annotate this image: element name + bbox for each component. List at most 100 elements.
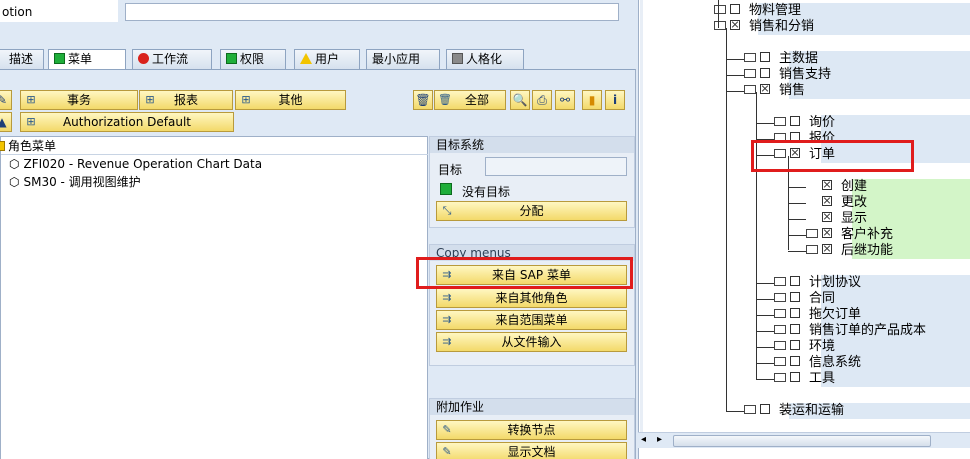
tree-node[interactable]: 显示	[806, 211, 867, 227]
tree-node[interactable]: 装运和运输	[744, 403, 844, 419]
checkbox-icon[interactable]	[790, 324, 800, 334]
tree-node[interactable]: 询价	[774, 115, 835, 131]
tree-node[interactable]: 销售订单的产品成本	[774, 323, 926, 339]
tab-user[interactable]: 用户	[294, 49, 360, 69]
import-from-file-button[interactable]: ⇉ 从文件输入	[436, 332, 627, 352]
tree-node[interactable]: 信息系统	[774, 355, 861, 371]
bar-chart-icon: ▮	[588, 93, 596, 107]
role-menu-root[interactable]: 角色菜单	[0, 138, 56, 154]
print-button[interactable]: ⎙	[532, 90, 552, 110]
tree-item-zfi020[interactable]: ⬡ ZFI020 - Revenue Operation Chart Data	[9, 156, 262, 172]
checkbox-icon[interactable]	[790, 356, 800, 366]
edit-node-button[interactable]: ✎	[0, 90, 12, 110]
tree-node[interactable]: 环境	[774, 339, 835, 355]
folder-icon[interactable]	[744, 405, 756, 414]
chart-button[interactable]: ▮	[582, 90, 602, 110]
checkbox-icon[interactable]	[790, 340, 800, 350]
tab-min-app[interactable]: 最小应用	[366, 49, 440, 69]
checkbox-icon[interactable]	[790, 308, 800, 318]
folder-icon[interactable]	[774, 357, 786, 366]
trash-icon: 🗑	[415, 93, 431, 107]
tree-connector	[756, 347, 774, 348]
checkbox-checked-icon[interactable]	[822, 212, 832, 222]
tree-connector	[726, 28, 727, 412]
authorization-default-button[interactable]: ⊞ Authorization Default	[20, 112, 234, 132]
description-input[interactable]	[125, 3, 619, 21]
tree-connector	[788, 251, 806, 252]
add-report-button[interactable]: ⊞ 报表	[139, 90, 233, 110]
tab-authorization[interactable]: 权限	[220, 49, 286, 69]
find-button[interactable]: 🔍	[510, 90, 530, 110]
tree-node[interactable]: 计划协议	[774, 275, 861, 291]
move-node-button[interactable]: ▲	[0, 112, 12, 132]
tab-menu[interactable]: 菜单	[48, 49, 126, 69]
target-input[interactable]	[485, 157, 627, 176]
checkbox-icon[interactable]	[760, 404, 770, 414]
folder-icon[interactable]	[714, 5, 726, 14]
checkbox-icon[interactable]	[790, 276, 800, 286]
from-area-menu-button[interactable]: ⇉ 来自范围菜单	[436, 310, 627, 330]
tab-workflow[interactable]: 工作流	[132, 49, 212, 69]
folder-icon[interactable]	[806, 245, 818, 254]
checkbox-checked-icon[interactable]	[760, 84, 770, 94]
delete-button[interactable]: 🗑	[413, 90, 433, 110]
copy-icon: ⇉	[442, 291, 452, 304]
tab-description[interactable]: 描述	[0, 49, 44, 69]
tree-node[interactable]: 主数据	[744, 51, 818, 67]
checkbox-icon[interactable]	[790, 116, 800, 126]
checkbox-checked-icon[interactable]	[730, 20, 740, 30]
from-other-role-button[interactable]: ⇉ 来自其他角色	[436, 288, 627, 308]
folder-icon[interactable]	[774, 277, 786, 286]
assign-button[interactable]: ⤡ 分配	[436, 201, 627, 221]
tree-label: 销售和分销	[749, 19, 815, 34]
convert-icon: ✎	[442, 423, 452, 436]
add-other-button[interactable]: ⊞ 其他	[235, 90, 346, 110]
tab-personalization[interactable]: 人格化	[446, 49, 524, 69]
tree-connector	[756, 123, 774, 124]
folder-open-icon[interactable]	[714, 21, 726, 30]
show-documentation-button[interactable]: ✎ 显示文档	[436, 442, 627, 459]
checkbox-checked-icon[interactable]	[822, 180, 832, 190]
add-transaction-button[interactable]: ⊞ 事务	[20, 90, 138, 110]
checkbox-icon[interactable]	[760, 52, 770, 62]
horizontal-scrollbar[interactable]: ◂ ▸	[638, 432, 970, 448]
tree-item-sm30[interactable]: ⬡ SM30 - 调用视图维护	[9, 174, 141, 190]
tree-node[interactable]: 工具	[774, 371, 835, 387]
tree-node[interactable]: 销售和分销	[714, 19, 814, 35]
checkbox-icon[interactable]	[790, 372, 800, 382]
info-button[interactable]: i	[605, 90, 625, 110]
folder-icon[interactable]	[744, 69, 756, 78]
folder-icon[interactable]	[774, 325, 786, 334]
tree-label: 客户补充	[841, 227, 894, 242]
folder-icon[interactable]	[774, 117, 786, 126]
folder-open-icon[interactable]	[744, 85, 756, 94]
folder-icon[interactable]	[774, 373, 786, 382]
role-maintenance-pane: otion 描述 菜单 工作流 权限 用户 最小应用 人格化 ✎ ⊞ 事务 ⊞ 报表…	[0, 0, 638, 459]
checkbox-checked-icon[interactable]	[822, 244, 832, 254]
tree-node[interactable]: 客户补充	[806, 227, 893, 243]
tree-node[interactable]: 销售	[744, 83, 805, 99]
button-label: 事务	[66, 93, 91, 107]
checkbox-icon[interactable]	[760, 68, 770, 78]
tree-node[interactable]: 拖欠订单	[774, 307, 861, 323]
delete-all-button[interactable]: 🗑 全部	[434, 90, 506, 110]
tree-node[interactable]: 更改	[806, 195, 867, 211]
tree-node[interactable]: 物料管理	[714, 3, 801, 19]
tree-node[interactable]: 后继功能	[806, 243, 893, 259]
folder-icon[interactable]	[774, 293, 786, 302]
binoculars-button[interactable]: ⚯	[555, 90, 575, 110]
checkbox-icon[interactable]	[790, 292, 800, 302]
tree-row-band	[852, 179, 970, 195]
scrollbar-thumb[interactable]	[673, 435, 931, 447]
folder-icon[interactable]	[774, 341, 786, 350]
checkbox-icon[interactable]	[730, 4, 740, 14]
tree-node[interactable]: 销售支持	[744, 67, 831, 83]
tree-node[interactable]: 合同	[774, 291, 835, 307]
folder-icon[interactable]	[806, 229, 818, 238]
convert-nodes-button[interactable]: ✎ 转换节点	[436, 420, 627, 440]
folder-icon[interactable]	[744, 53, 756, 62]
tree-node[interactable]: 创建	[806, 179, 867, 195]
checkbox-checked-icon[interactable]	[822, 196, 832, 206]
checkbox-checked-icon[interactable]	[822, 228, 832, 238]
folder-icon[interactable]	[774, 309, 786, 318]
